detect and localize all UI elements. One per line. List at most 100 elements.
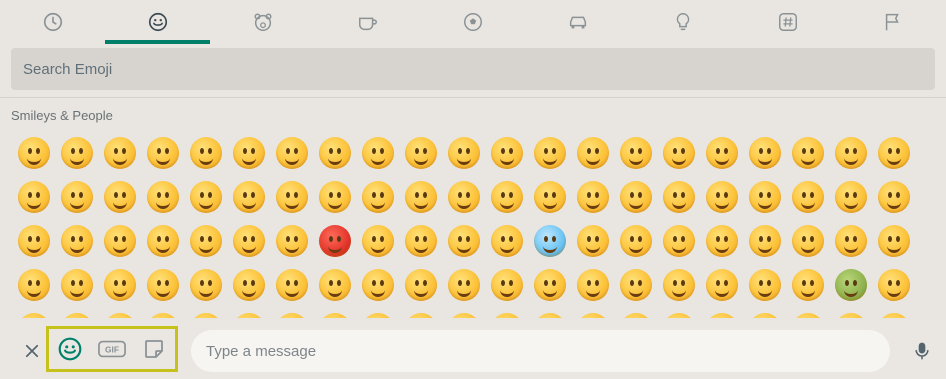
emoji-button[interactable]: [313, 175, 356, 219]
emoji-button[interactable]: [872, 175, 915, 219]
tab-symbols[interactable]: [736, 0, 841, 44]
emoji-button[interactable]: [829, 307, 872, 318]
emoji-button[interactable]: [829, 131, 872, 175]
emoji-button[interactable]: [270, 175, 313, 219]
emoji-button[interactable]: [743, 219, 786, 263]
emoji-button[interactable]: [12, 219, 55, 263]
mic-button[interactable]: [911, 338, 933, 364]
tab-animals[interactable]: [210, 0, 315, 44]
emoji-button[interactable]: [98, 307, 141, 318]
emoji-button[interactable]: [184, 219, 227, 263]
emoji-button[interactable]: [12, 131, 55, 175]
emoji-button[interactable]: [485, 175, 528, 219]
emoji-button[interactable]: [872, 307, 915, 318]
emoji-button[interactable]: [184, 263, 227, 307]
emoji-button[interactable]: [227, 175, 270, 219]
emoji-button[interactable]: [786, 131, 829, 175]
close-button[interactable]: [21, 340, 43, 362]
emoji-button[interactable]: [270, 219, 313, 263]
tab-flags[interactable]: [841, 0, 946, 44]
tab-recent[interactable]: [0, 0, 105, 44]
sticker-mode-button[interactable]: [139, 334, 169, 364]
emoji-button[interactable]: [55, 131, 98, 175]
emoji-button[interactable]: [786, 219, 829, 263]
emoji-button[interactable]: [700, 175, 743, 219]
emoji-button[interactable]: [614, 263, 657, 307]
emoji-button[interactable]: [442, 263, 485, 307]
emoji-button[interactable]: [356, 263, 399, 307]
emoji-button[interactable]: [614, 307, 657, 318]
emoji-button[interactable]: [184, 307, 227, 318]
emoji-button[interactable]: [12, 263, 55, 307]
tab-smileys[interactable]: [105, 0, 211, 44]
emoji-button[interactable]: [270, 307, 313, 318]
emoji-button[interactable]: [485, 219, 528, 263]
emoji-button[interactable]: [571, 175, 614, 219]
emoji-button[interactable]: [356, 175, 399, 219]
emoji-button[interactable]: [356, 219, 399, 263]
emoji-button[interactable]: [614, 131, 657, 175]
search-input[interactable]: [11, 48, 935, 90]
emoji-button[interactable]: [313, 131, 356, 175]
emoji-button[interactable]: [786, 263, 829, 307]
emoji-button[interactable]: [786, 175, 829, 219]
emoji-button[interactable]: [227, 219, 270, 263]
emoji-button[interactable]: [442, 175, 485, 219]
emoji-button[interactable]: [829, 219, 872, 263]
tab-objects[interactable]: [631, 0, 736, 44]
emoji-button[interactable]: [98, 175, 141, 219]
emoji-button[interactable]: [528, 307, 571, 318]
message-input[interactable]: [191, 342, 890, 360]
emoji-button[interactable]: [829, 175, 872, 219]
gif-mode-button[interactable]: GIF: [97, 334, 127, 364]
emoji-button[interactable]: [872, 263, 915, 307]
emoji-button[interactable]: [485, 131, 528, 175]
emoji-button[interactable]: [55, 263, 98, 307]
emoji-button[interactable]: [55, 307, 98, 318]
emoji-button[interactable]: [571, 131, 614, 175]
emoji-button[interactable]: [141, 175, 184, 219]
emoji-button[interactable]: [356, 131, 399, 175]
emoji-button[interactable]: [227, 307, 270, 318]
emoji-mode-button[interactable]: [55, 334, 85, 364]
emoji-button[interactable]: [442, 307, 485, 318]
emoji-button[interactable]: [872, 131, 915, 175]
emoji-button[interactable]: [657, 175, 700, 219]
emoji-button[interactable]: [12, 175, 55, 219]
emoji-button[interactable]: [184, 175, 227, 219]
emoji-button[interactable]: [614, 219, 657, 263]
emoji-button[interactable]: [571, 219, 614, 263]
emoji-button[interactable]: [657, 307, 700, 318]
emoji-button[interactable]: [184, 131, 227, 175]
emoji-button[interactable]: [442, 219, 485, 263]
emoji-button[interactable]: [872, 219, 915, 263]
tab-travel[interactable]: [526, 0, 631, 44]
emoji-button[interactable]: [98, 131, 141, 175]
emoji-button[interactable]: [571, 263, 614, 307]
emoji-button[interactable]: [657, 263, 700, 307]
emoji-button[interactable]: [700, 307, 743, 318]
emoji-button[interactable]: [12, 307, 55, 318]
emoji-button[interactable]: [313, 307, 356, 318]
emoji-button[interactable]: [313, 219, 356, 263]
emoji-button[interactable]: [227, 131, 270, 175]
emoji-button[interactable]: [614, 175, 657, 219]
emoji-button[interactable]: [743, 131, 786, 175]
emoji-button[interactable]: [571, 307, 614, 318]
emoji-button[interactable]: [399, 219, 442, 263]
emoji-button[interactable]: [442, 131, 485, 175]
emoji-button[interactable]: [657, 219, 700, 263]
emoji-button[interactable]: [141, 219, 184, 263]
emoji-button[interactable]: [700, 131, 743, 175]
emoji-button[interactable]: [55, 175, 98, 219]
emoji-button[interactable]: [786, 307, 829, 318]
emoji-button[interactable]: [98, 219, 141, 263]
emoji-button[interactable]: [270, 263, 313, 307]
emoji-button[interactable]: [399, 175, 442, 219]
emoji-button[interactable]: [700, 263, 743, 307]
emoji-button[interactable]: [528, 219, 571, 263]
emoji-button[interactable]: [528, 131, 571, 175]
emoji-button[interactable]: [743, 263, 786, 307]
emoji-button[interactable]: [485, 263, 528, 307]
emoji-button[interactable]: [485, 307, 528, 318]
